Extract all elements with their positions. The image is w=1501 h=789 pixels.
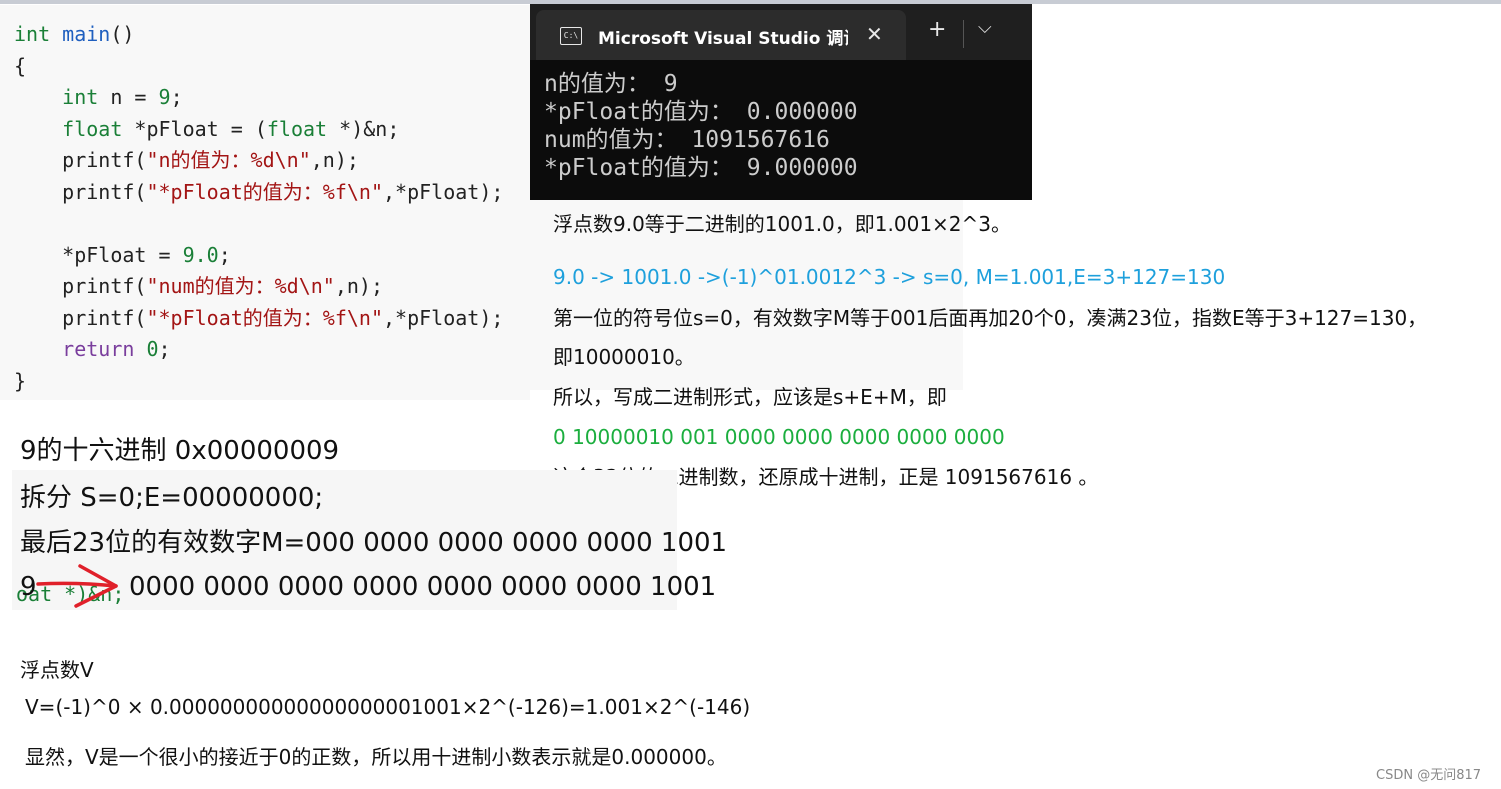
code-line: *pFloat = 9.0; xyxy=(14,242,231,267)
arrow-binary-value: 0000 0000 0000 0000 0000 0000 0000 1001 xyxy=(129,572,717,602)
explanation-line: 浮点数9.0等于二进制的1001.0，即1.001×2^3。 xyxy=(553,212,1012,236)
code-line: printf("n的值为：%d\n",n); xyxy=(14,148,359,172)
code-block: int main() { int n = 9; float *pFloat = … xyxy=(14,19,503,397)
code-editor-panel: int main() { int n = 9; float *pFloat = … xyxy=(0,5,530,400)
terminal-line: *pFloat的值为： 0.000000 xyxy=(544,99,858,125)
red-arrow-icon xyxy=(36,564,118,608)
explanation-derivation: 9.0 -> 1001.0 ->(-1)^01.0012^3 -> s=0, M… xyxy=(553,265,1226,289)
float-v-formula: V=(-1)^0 × 0.00000000000000000001001×2^(… xyxy=(25,695,751,719)
code-line: int main() xyxy=(14,22,135,46)
code-line: printf("*pFloat的值为：%f\n",*pFloat); xyxy=(14,179,504,204)
code-line: float *pFloat = (float *)&n; xyxy=(62,116,400,141)
debug-console-window: C:\ Microsoft Visual Studio 调试控制台 ✕ + ⌵ … xyxy=(530,4,1032,200)
terminal-line: *pFloat的值为： 9.000000 xyxy=(544,155,858,181)
explanation-line: 所以，写成二进制形式，应该是s+E+M，即 xyxy=(553,385,947,409)
code-line: int n = 9; xyxy=(62,85,183,109)
watermark: CSDN @无问817 xyxy=(1376,768,1482,783)
terminal-line: n的值为： 9 xyxy=(544,71,678,97)
code-line: } xyxy=(14,368,27,393)
explanation-line: 第一位的符号位s=0，有效数字M等于001后面再加20个0，凑满23位，指数E等… xyxy=(553,306,1428,330)
terminal-tab[interactable]: C:\ Microsoft Visual Studio 调试控制台 ✕ xyxy=(536,10,906,60)
tab-divider xyxy=(963,20,964,48)
arrow-source-value: 9 xyxy=(20,572,37,602)
console-icon: C:\ xyxy=(560,27,582,45)
code-line: { xyxy=(14,53,27,78)
code-line: return 0; xyxy=(62,337,171,361)
chevron-down-icon[interactable]: ⌵ xyxy=(978,17,992,38)
mantissa-line: 最后23位的有效数字M=000 0000 0000 0000 0000 1001 xyxy=(20,528,728,558)
terminal-tab-title: Microsoft Visual Studio 调试控制台 xyxy=(598,29,848,49)
float-v-title: 浮点数V xyxy=(20,658,94,682)
new-tab-plus-icon[interactable]: + xyxy=(928,17,946,42)
hex-line: 9的十六进制 0x00000009 xyxy=(20,436,340,466)
float-v-conclusion: 显然，V是一个很小的接近于0的正数，所以用十进制小数表示就是0.000000。 xyxy=(25,745,727,769)
code-line: printf("*pFloat的值为：%f\n",*pFloat); xyxy=(14,305,504,330)
split-line: 拆分 S=0;E=00000000; xyxy=(20,483,324,513)
explanation-line: 即10000010。 xyxy=(553,345,695,369)
close-icon[interactable]: ✕ xyxy=(866,22,883,46)
terminal-tab-bar: C:\ Microsoft Visual Studio 调试控制台 ✕ + ⌵ xyxy=(530,4,1032,60)
binary-representation: 0 10000010 001 0000 0000 0000 0000 0000 xyxy=(553,425,1005,449)
code-line: printf("num的值为：%d\n",n); xyxy=(14,274,383,298)
terminal-line: num的值为： 1091567616 xyxy=(544,127,830,153)
terminal-output: n的值为： 9 *pFloat的值为： 0.000000 num的值为： 10915… xyxy=(544,70,858,182)
